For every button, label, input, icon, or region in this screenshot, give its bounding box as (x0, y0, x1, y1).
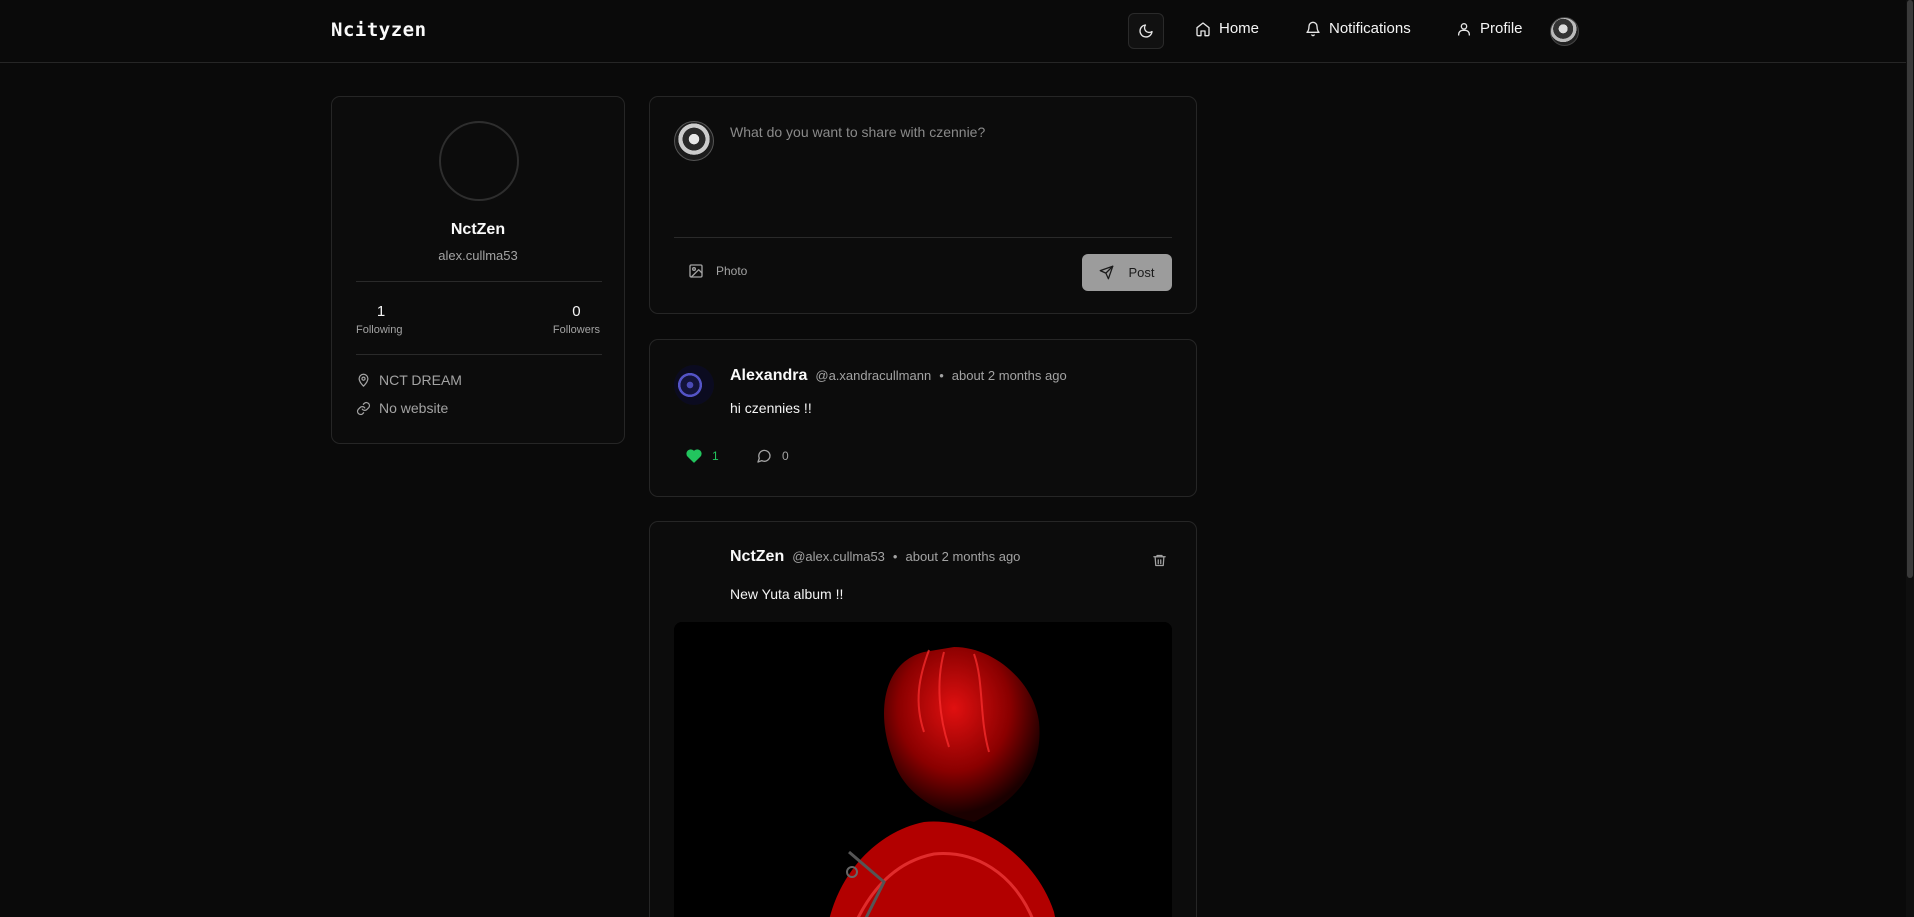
post-header: Alexandra @a.xandracullmann • about 2 mo… (730, 367, 1067, 385)
compose-card: What do you want to share with czennie? … (649, 96, 1197, 314)
followers-stat[interactable]: 0 Followers (553, 303, 600, 336)
nav-notifications-label: Notifications (1329, 20, 1411, 37)
moon-icon (1139, 24, 1153, 38)
nav-home-link[interactable]: Home (1195, 20, 1259, 37)
post-author-avatar[interactable] (674, 365, 714, 405)
map-pin-icon (358, 373, 369, 387)
photo-label: Photo (716, 264, 748, 278)
following-count: 1 (376, 303, 386, 320)
profile-divider (356, 281, 602, 282)
link-icon (356, 401, 371, 415)
profile-avatar[interactable] (439, 121, 519, 201)
top-navbar: Ncityzen Home Notifications Profile (0, 0, 1914, 63)
followers-count: 0 (572, 303, 581, 320)
post-timestamp: about 2 months ago (951, 368, 1067, 383)
theme-toggle-button[interactable] (1128, 13, 1164, 49)
delete-post-button[interactable] (1152, 553, 1167, 573)
post-meta-separator: • (939, 368, 944, 383)
compose-divider (674, 237, 1172, 238)
profile-card: NctZen alex.cullma53 1 Following 0 Follo… (331, 96, 625, 444)
message-circle-icon (757, 449, 771, 463)
profile-website: No website (356, 400, 448, 416)
profile-divider-2 (356, 354, 602, 355)
profile-name[interactable]: NctZen (332, 221, 624, 239)
album-photo (674, 622, 1172, 917)
user-icon (1458, 22, 1470, 36)
scrollbar-thumb[interactable] (1907, 0, 1913, 578)
home-icon (1196, 21, 1210, 36)
bell-icon (1306, 21, 1320, 36)
nav-profile-link[interactable]: Profile (1456, 20, 1523, 37)
heart-icon (686, 449, 702, 463)
profile-handle: alex.cullma53 (438, 248, 518, 263)
post-content: New Yuta album !! (730, 586, 844, 602)
following-stat[interactable]: 1 Following (356, 303, 406, 336)
compose-input[interactable]: What do you want to share with czennie? (730, 124, 985, 140)
post-timestamp: about 2 months ago (905, 549, 1021, 564)
compose-avatar (674, 121, 714, 161)
trash-icon (1153, 554, 1166, 567)
profile-website-text: No website (379, 400, 449, 416)
following-label: Following (356, 324, 403, 336)
post-author-name[interactable]: NctZen (730, 548, 784, 566)
post-label: Post (1128, 265, 1155, 280)
post-button[interactable]: Post (1082, 254, 1172, 291)
page-scrollbar[interactable] (1906, 0, 1914, 917)
like-count: 1 (712, 449, 719, 463)
post-meta-separator: • (892, 549, 898, 564)
nav-profile-label: Profile (1480, 20, 1523, 37)
post-author-handle: @alex.cullma53 (792, 549, 885, 564)
image-icon (689, 264, 703, 278)
profile-location-text: NCT DREAM (379, 372, 462, 388)
post-image[interactable] (674, 622, 1172, 917)
like-button[interactable]: 1 (686, 448, 719, 464)
profile-location: NCT DREAM (356, 372, 462, 388)
post-author-handle: @a.xandracullmann (815, 368, 932, 383)
photo-button[interactable]: Photo (688, 263, 747, 279)
nav-home-label: Home (1219, 20, 1260, 37)
post-card: NctZen @alex.cullma53 • about 2 months a… (649, 521, 1197, 917)
post-content: hi czennies !! (730, 400, 812, 416)
user-avatar-button[interactable] (1550, 17, 1579, 46)
followers-label: Followers (552, 324, 600, 336)
nav-notifications-link[interactable]: Notifications (1305, 20, 1411, 37)
brand-logo[interactable]: Ncityzen (331, 19, 427, 41)
comment-count: 0 (782, 449, 789, 463)
comment-button[interactable]: 0 (756, 448, 789, 464)
post-header: NctZen @alex.cullma53 • about 2 months a… (730, 548, 1020, 566)
post-author-name[interactable]: Alexandra (730, 367, 807, 385)
send-icon (1100, 265, 1114, 280)
post-card: Alexandra @a.xandracullmann • about 2 mo… (649, 339, 1197, 497)
